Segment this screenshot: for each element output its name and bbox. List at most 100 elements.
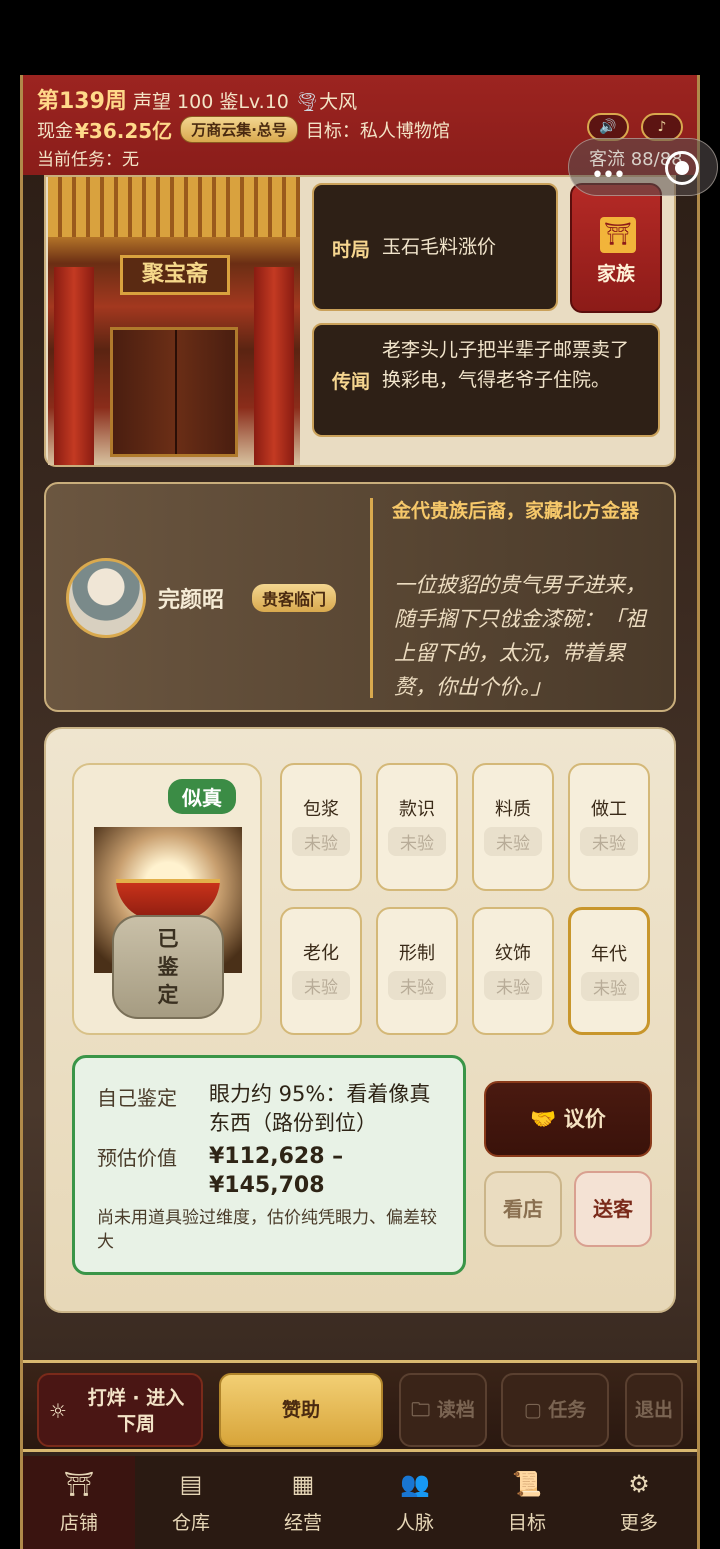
sponsor-button[interactable]: 赞助 bbox=[219, 1373, 383, 1447]
dimension-name: 包浆 bbox=[303, 799, 339, 820]
traffic-overlay[interactable]: 客流 88/88 ••• bbox=[568, 138, 718, 196]
dimension-cell[interactable]: 款识 未验 bbox=[376, 763, 458, 891]
sun-icon: ☼ bbox=[49, 1399, 67, 1423]
exit-button[interactable]: 退出 bbox=[625, 1373, 683, 1447]
negotiate-button[interactable]: 🤝 议价 bbox=[484, 1081, 652, 1157]
sponsor-label: 赞助 bbox=[281, 1399, 320, 1421]
nav-label: 更多 bbox=[619, 1512, 658, 1534]
week-label: 第139周 bbox=[37, 89, 127, 114]
abacus-icon: ▦ bbox=[291, 1470, 315, 1498]
cash-label: 现金 bbox=[37, 120, 73, 142]
identified-button[interactable]: 已 鉴 定 bbox=[112, 915, 224, 1019]
verdict-badge: 似真 bbox=[168, 779, 236, 814]
reputation-level: 声望 100 鉴Lv.10 bbox=[132, 91, 289, 113]
dimension-name: 纹饰 bbox=[495, 943, 531, 964]
shop-stall-icon: ⛩ bbox=[63, 1470, 95, 1498]
dimension-cell[interactable]: 纹饰 未验 bbox=[472, 907, 554, 1035]
dimension-status: 未验 bbox=[484, 971, 542, 1000]
divider bbox=[370, 498, 373, 698]
tasks-label: 任务 bbox=[548, 1399, 587, 1421]
news-current: 时局 玉石毛料涨价 bbox=[312, 183, 558, 311]
handshake-icon: 🤝 bbox=[530, 1107, 557, 1131]
shop-illustration: 聚宝斋 bbox=[48, 177, 300, 465]
tornado-icon: 🌪 bbox=[294, 91, 320, 113]
appraisal-result: 自己鉴定 眼力约 95%：看着像真东西（路份到位） 预估价值 ¥112,628 … bbox=[72, 1055, 466, 1275]
app-root: 第139周 声望 100 鉴Lv.10 🌪大风 现金 ¥36.25亿 万商云集·总… bbox=[0, 0, 720, 1549]
pillar-right bbox=[254, 267, 294, 465]
dimension-cell[interactable]: 包浆 未验 bbox=[280, 763, 362, 891]
next-week-label: 打烊 · 进入下周 bbox=[87, 1387, 185, 1435]
sound-toggle-button[interactable]: 🔊 bbox=[587, 113, 629, 141]
item-card[interactable]: 似真 已 鉴 定 bbox=[72, 763, 262, 1035]
family-label: 家族 bbox=[596, 263, 635, 285]
more-dots-icon[interactable]: ••• bbox=[591, 163, 626, 188]
stats-line: 第139周 声望 100 鉴Lv.10 🌪大风 bbox=[37, 83, 357, 115]
warehouse-chest-icon: ▤ bbox=[179, 1470, 203, 1498]
nav-tab-contacts[interactable]: 👥 人脉 bbox=[359, 1456, 471, 1549]
self-appraisal-label: 自己鉴定 bbox=[97, 1086, 177, 1110]
bottom-nav: ⛩ 店铺 ▤ 仓库 ▦ 经营 👥 人脉 📜 目标 ⚙ 更多 bbox=[23, 1456, 697, 1549]
browse-label: 看店 bbox=[503, 1197, 543, 1221]
dimension-name: 做工 bbox=[591, 799, 627, 820]
shop-roof bbox=[48, 177, 300, 237]
dimension-cell[interactable]: 料质 未验 bbox=[472, 763, 554, 891]
dimension-name: 年代 bbox=[591, 944, 627, 965]
dimension-name: 老化 bbox=[303, 943, 339, 964]
nav-tab-warehouse[interactable]: ▤ 仓库 bbox=[135, 1456, 247, 1549]
nav-label: 人脉 bbox=[395, 1512, 434, 1534]
dimension-status: 未验 bbox=[580, 827, 638, 856]
dimension-status: 未验 bbox=[484, 827, 542, 856]
more-icon: ⚙ bbox=[628, 1470, 650, 1498]
record-target-icon[interactable] bbox=[665, 151, 699, 185]
cash-value: ¥36.25亿 bbox=[75, 119, 173, 143]
nav-tab-more[interactable]: ⚙ 更多 bbox=[583, 1456, 695, 1549]
appraisal-board: 似真 已 鉴 定 包浆 未验 款识 未验 料质 未验 做工 未验 老化 未验 形制 未验 纹… bbox=[44, 727, 676, 1313]
nav-label: 目标 bbox=[507, 1512, 546, 1534]
cash-line: 现金 ¥36.25亿 万商云集·总号 目标：私人博物馆 bbox=[37, 115, 450, 144]
dimension-status: 未验 bbox=[581, 972, 639, 1001]
dimension-cell[interactable]: 年代 未验 bbox=[568, 907, 650, 1035]
news-tag: 时局 bbox=[332, 239, 371, 261]
visitor-title: 金代贵族后裔，家藏北方金器 bbox=[392, 500, 640, 522]
load-label: 读档 bbox=[436, 1399, 475, 1421]
dimension-name: 形制 bbox=[399, 943, 435, 964]
shop-door bbox=[110, 327, 238, 457]
folder-icon: 🗀 bbox=[411, 1399, 431, 1421]
pillar-left bbox=[54, 267, 94, 465]
next-week-button[interactable]: ☼ 打烊 · 进入下周 bbox=[37, 1373, 203, 1447]
people-icon: 👥 bbox=[400, 1470, 430, 1498]
exit-label: 退出 bbox=[634, 1399, 673, 1421]
nav-tab-operations[interactable]: ▦ 经营 bbox=[247, 1456, 359, 1549]
nav-label: 店铺 bbox=[59, 1512, 98, 1534]
news-tag: 传闻 bbox=[332, 371, 371, 393]
clipboard-icon: ▢ bbox=[523, 1399, 542, 1421]
dimension-cell[interactable]: 形制 未验 bbox=[376, 907, 458, 1035]
nav-label: 经营 bbox=[283, 1512, 322, 1534]
action-bar: ☼ 打烊 · 进入下周 赞助 🗀 读档 ▢ 任务 退出 bbox=[23, 1360, 697, 1452]
shop-sign: 聚宝斋 bbox=[120, 255, 230, 295]
nav-tab-shop[interactable]: ⛩ 店铺 bbox=[23, 1456, 135, 1549]
family-button[interactable]: ⛩ 家族 bbox=[570, 183, 662, 313]
status-bar bbox=[0, 0, 720, 75]
tasks-button[interactable]: ▢ 任务 bbox=[501, 1373, 609, 1447]
dimension-cell[interactable]: 老化 未验 bbox=[280, 907, 362, 1035]
news-text: 老李头儿子把半辈子邮票卖了换彩电，气得老爷子住院。 bbox=[382, 339, 630, 391]
appraisal-note: 尚未用道具验过维度，估价纯凭眼力、偏差较大 bbox=[97, 1208, 437, 1252]
dimension-cell[interactable]: 做工 未验 bbox=[568, 763, 650, 891]
dismiss-guest-button[interactable]: 送客 bbox=[574, 1171, 652, 1247]
dimension-status: 未验 bbox=[292, 827, 350, 856]
avatar bbox=[66, 558, 146, 638]
family-hall-icon: ⛩ bbox=[600, 217, 636, 253]
nav-tab-goals[interactable]: 📜 目标 bbox=[471, 1456, 583, 1549]
dimension-status: 未验 bbox=[388, 971, 446, 1000]
visitor-name: 完颜昭 bbox=[158, 588, 225, 613]
visitor-badge: 贵客临门 bbox=[252, 584, 337, 612]
visitor-card: 完颜昭 贵客临门 金代贵族后裔，家藏北方金器 一位披貂的贵气男子进来，随手搁下只… bbox=[44, 482, 676, 712]
music-toggle-button[interactable]: ♪ bbox=[641, 113, 683, 141]
load-save-button[interactable]: 🗀 读档 bbox=[399, 1373, 487, 1447]
browse-shop-button[interactable]: 看店 bbox=[484, 1171, 562, 1247]
speaker-icon: 🔊 bbox=[599, 119, 617, 135]
negotiate-label: 议价 bbox=[563, 1107, 606, 1131]
estimate-label: 预估价值 bbox=[97, 1146, 177, 1170]
music-note-icon: ♪ bbox=[657, 119, 667, 135]
